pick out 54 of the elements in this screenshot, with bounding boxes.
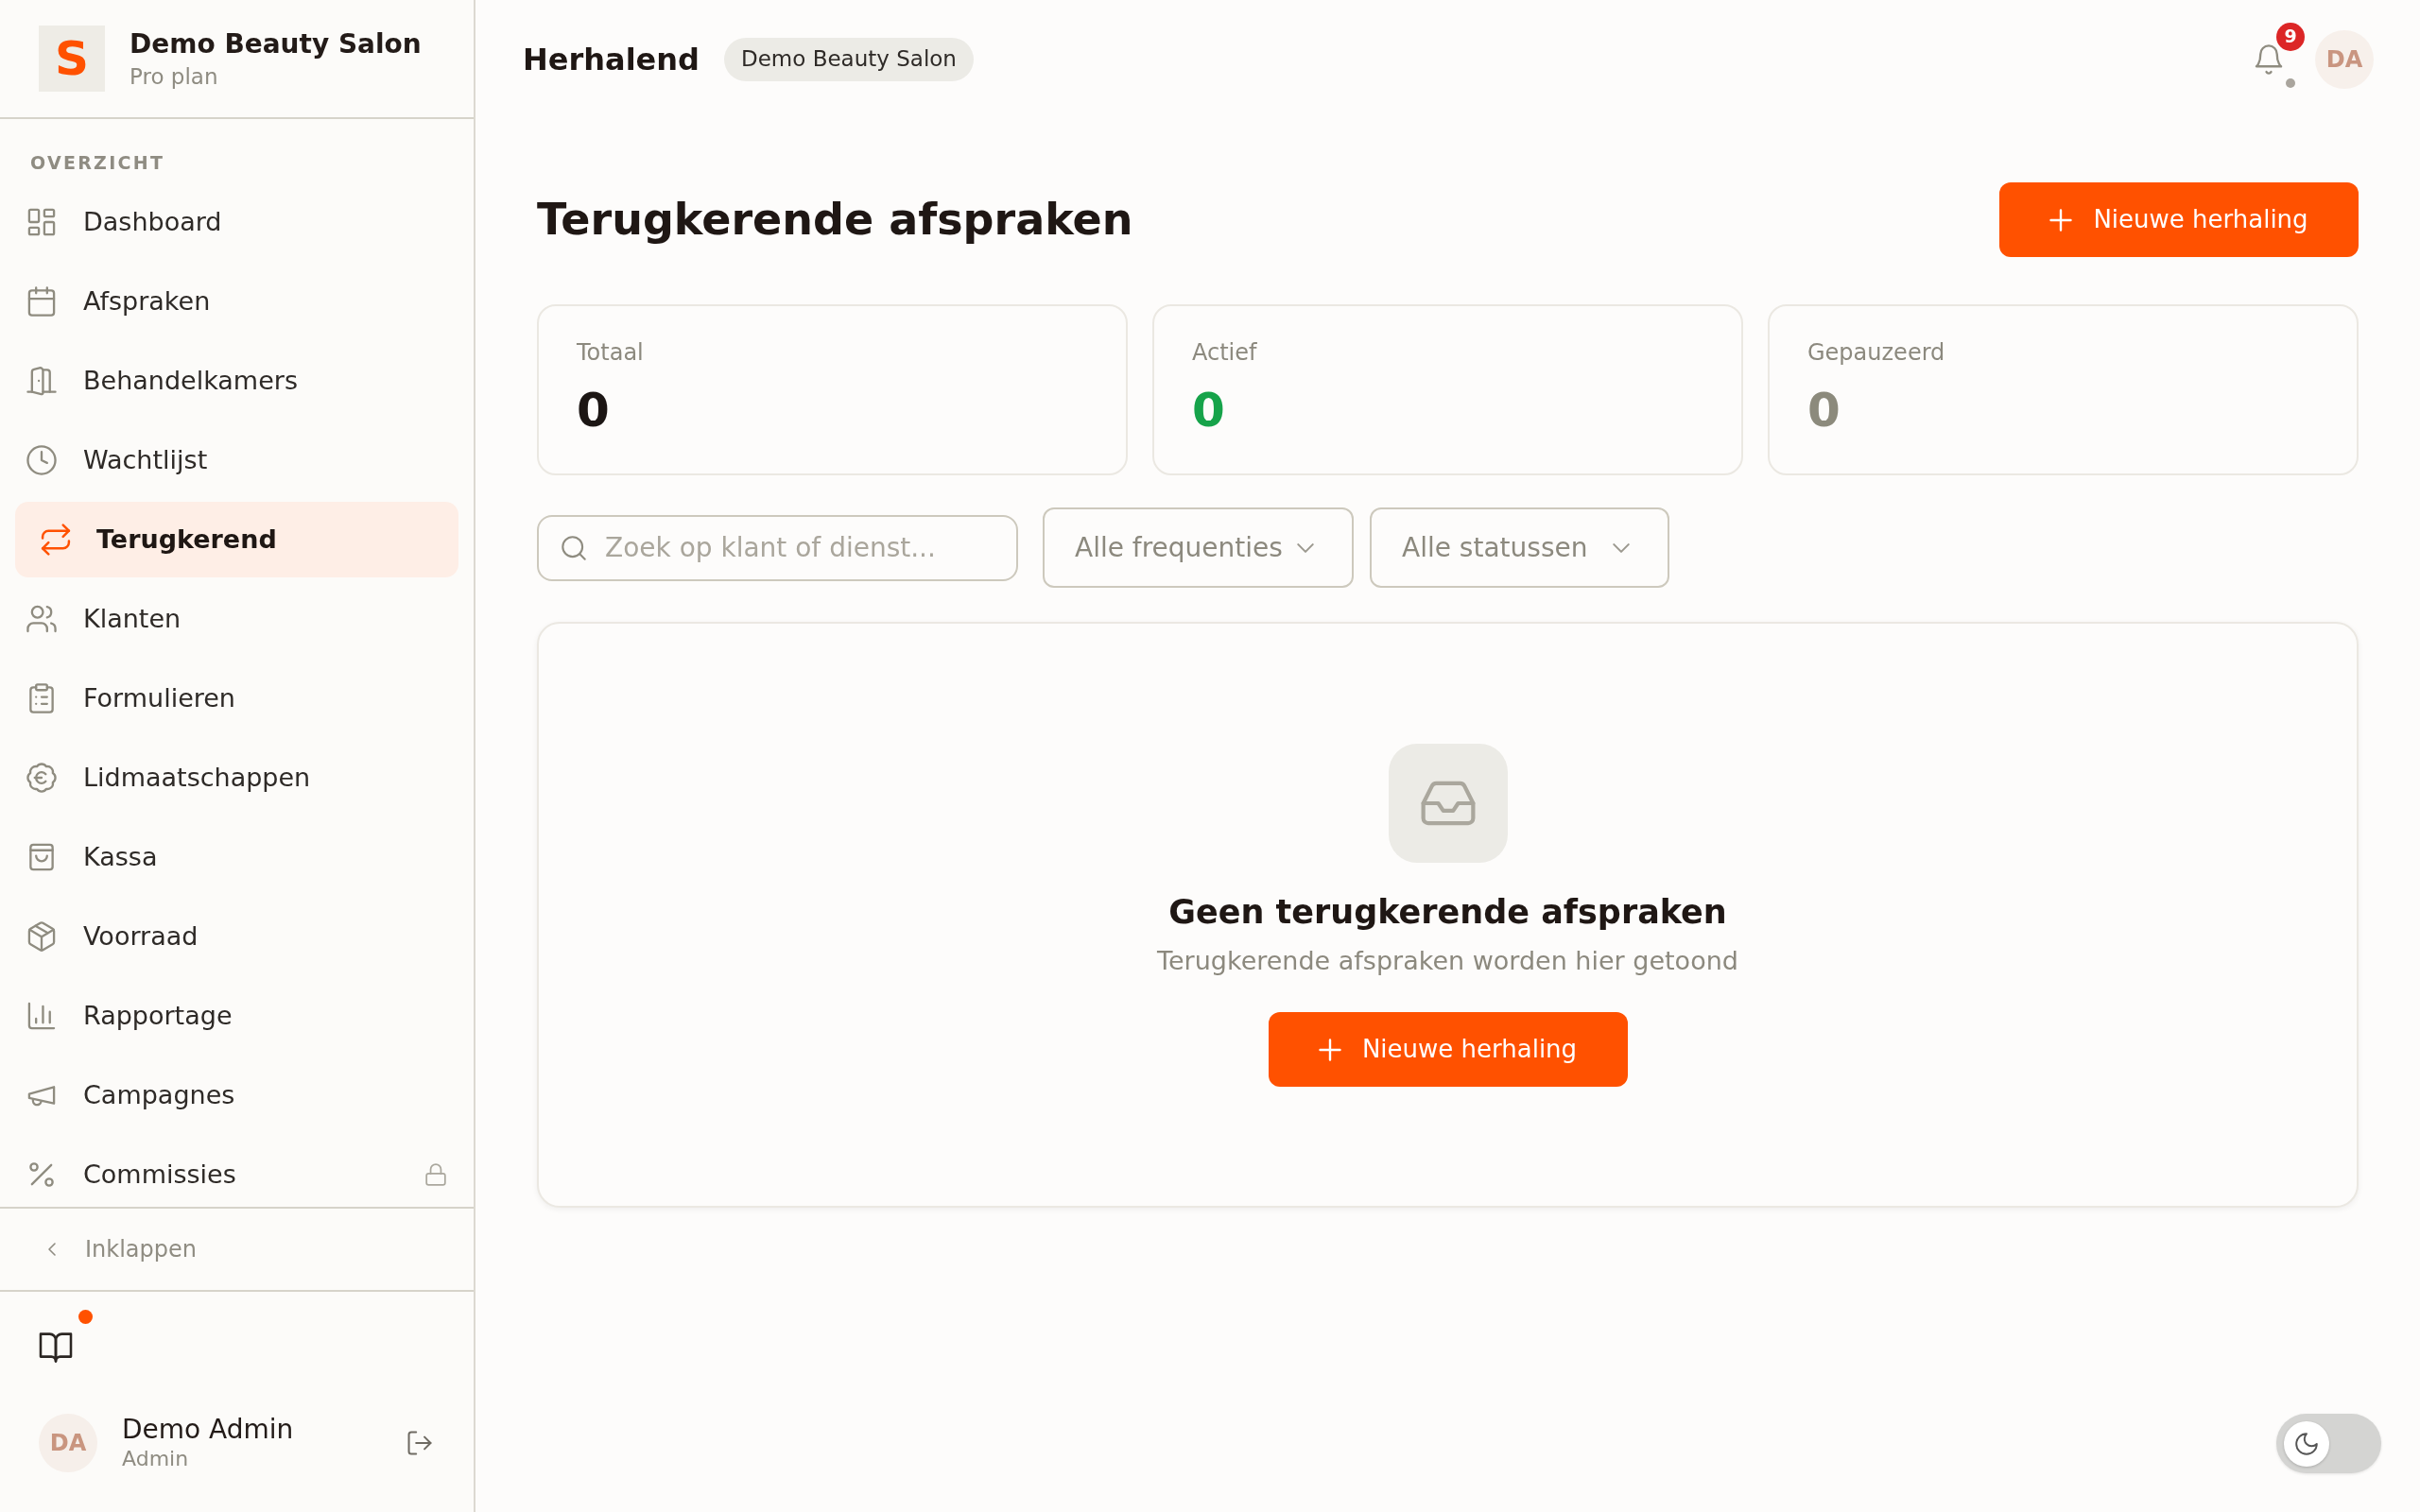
sidebar-item[interactable]: Afspraken xyxy=(15,264,458,339)
sidebar-item[interactable]: Dashboard xyxy=(15,184,458,260)
box-icon xyxy=(26,921,57,952)
calendar-icon xyxy=(26,286,57,317)
euro-badge-icon xyxy=(26,763,57,793)
sidebar-item[interactable]: Campagnes xyxy=(15,1057,458,1133)
book-open-icon[interactable] xyxy=(39,1332,73,1363)
bar-chart-icon xyxy=(26,1001,57,1031)
brand-logo: S xyxy=(39,26,105,92)
page-header-title: Herhalend xyxy=(523,40,700,79)
sidebar-item[interactable]: Commissies xyxy=(15,1137,458,1207)
sidebar-item[interactable]: Behandelkamers xyxy=(15,343,458,419)
moon-icon xyxy=(2284,1420,2329,1467)
inbox-icon xyxy=(1388,744,1508,863)
layout-grid-icon xyxy=(26,207,57,237)
percent-icon xyxy=(26,1160,57,1190)
theme-toggle[interactable] xyxy=(2276,1414,2381,1473)
repeat-arrows-icon xyxy=(40,524,72,556)
stat-value: 0 xyxy=(577,382,610,438)
salon-tag: Demo Beauty Salon xyxy=(724,37,974,81)
plan-label: Pro plan xyxy=(130,63,219,91)
empty-state-text: Terugkerende afspraken worden hier getoond xyxy=(1157,945,1738,977)
stat-label: Totaal xyxy=(577,338,644,367)
clock-icon xyxy=(26,445,57,475)
sidebar-item[interactable]: Kassa xyxy=(15,819,458,895)
logout-icon[interactable] xyxy=(406,1430,433,1456)
sidebar-item[interactable]: Klanten xyxy=(15,581,458,657)
page-title: Terugkerende afspraken xyxy=(537,193,1133,247)
bell-icon[interactable] xyxy=(2254,43,2284,75)
plus-icon xyxy=(1318,1038,1341,1061)
user-avatar: DA xyxy=(39,1414,97,1472)
sidebar-item[interactable]: Voorraad xyxy=(15,899,458,974)
search-icon xyxy=(562,535,586,560)
sidebar-item[interactable]: Rapportage xyxy=(15,978,458,1054)
stat-label: Gepauzeerd xyxy=(1807,338,1945,367)
salon-name: Demo Beauty Salon xyxy=(130,27,422,61)
stat-value: 0 xyxy=(1192,382,1225,438)
plus-icon xyxy=(2049,208,2073,232)
stat-value: 0 xyxy=(1807,382,1841,438)
notification-count: 9 xyxy=(2276,22,2305,51)
sidebar-item[interactable]: Wachtlijst xyxy=(15,422,458,498)
section-label: OVERZICHT xyxy=(29,151,166,175)
user-role: Admin xyxy=(122,1446,190,1472)
user-name: Demo Admin xyxy=(122,1414,294,1446)
empty-state-title: Geen terugkerende afspraken xyxy=(1168,892,1727,933)
sidebar-item[interactable]: Terugkerend xyxy=(15,502,458,577)
door-icon xyxy=(26,366,57,396)
sidebar-item[interactable]: Formulieren xyxy=(15,661,458,736)
stat-label: Actief xyxy=(1192,338,1257,367)
users-icon xyxy=(26,604,57,634)
clipboard-list-icon xyxy=(26,683,57,713)
sidebar-item[interactable]: Lidmaatschappen xyxy=(15,740,458,816)
shopping-bag-icon xyxy=(26,842,57,872)
search-field[interactable]: Zoek op klant of dienst... xyxy=(537,514,1018,581)
